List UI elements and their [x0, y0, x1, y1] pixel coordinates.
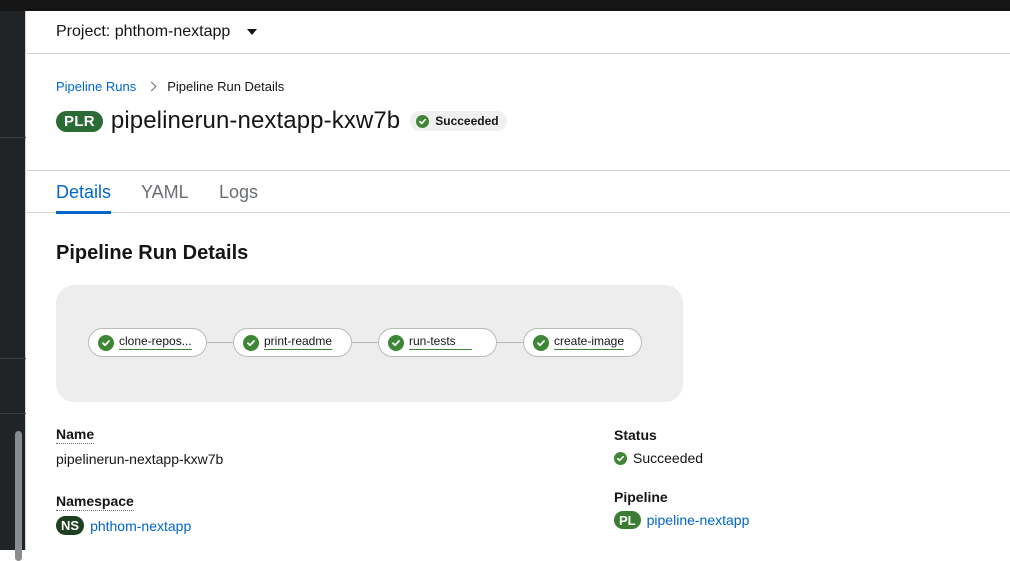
- resource-badge: PLR: [56, 110, 103, 132]
- task-node[interactable]: clone-repos...: [88, 328, 207, 357]
- breadcrumb: Pipeline Runs Pipeline Run Details: [56, 79, 284, 94]
- namespace-value: NS phthom-nextapp: [56, 516, 191, 535]
- pipeline-link[interactable]: pipeline-nextapp: [647, 512, 750, 528]
- task-node[interactable]: run-tests: [378, 328, 497, 357]
- sidebar-divider: [0, 413, 26, 414]
- pipeline-label: Pipeline: [614, 489, 668, 505]
- tab-details-label: Details: [56, 181, 112, 202]
- task-label: print-readme: [264, 335, 333, 350]
- status-label: Status: [614, 427, 657, 443]
- check-circle-icon: [614, 451, 627, 465]
- tab-yaml[interactable]: YAML: [141, 171, 189, 213]
- tab-details[interactable]: Details: [56, 171, 112, 214]
- task-connector: [351, 342, 381, 343]
- namespace-link[interactable]: phthom-nextapp: [90, 518, 191, 534]
- task-label: run-tests: [409, 335, 472, 350]
- check-circle-icon: [533, 334, 549, 351]
- page-title: pipelinerun-nextapp-kxw7b: [110, 107, 401, 134]
- caret-down-icon: [247, 29, 258, 35]
- check-circle-icon: [98, 334, 114, 351]
- sidebar-divider: [0, 358, 26, 359]
- task-label: clone-repos...: [119, 335, 192, 350]
- task-connector: [206, 342, 236, 343]
- main-content: Project: phthom-nextapp Pipeline Runs Pi…: [27, 11, 1010, 550]
- tab-bar: Details YAML Logs: [27, 171, 1010, 214]
- tab-yaml-label: YAML: [141, 181, 189, 202]
- pipeline-badge: PL: [614, 511, 641, 529]
- sidebar-rail: [0, 11, 26, 561]
- tab-logs[interactable]: Logs: [219, 171, 258, 213]
- project-selector[interactable]: Project: phthom-nextapp: [56, 23, 258, 41]
- status-badge: Succeeded: [410, 111, 507, 131]
- status-badge-label: Succeeded: [435, 114, 499, 128]
- tab-logs-label: Logs: [219, 181, 259, 202]
- task-node[interactable]: print-readme: [233, 328, 352, 357]
- sidebar-divider: [0, 137, 26, 138]
- section-title: Pipeline Run Details: [56, 242, 249, 264]
- check-circle-icon: [388, 334, 404, 351]
- namespace-label: Namespace: [56, 493, 134, 511]
- check-circle-icon: [243, 334, 259, 351]
- status-value: Succeeded: [614, 450, 703, 466]
- name-value: pipelinerun-nextapp-kxw7b: [56, 451, 224, 467]
- namespace-badge: NS: [56, 516, 85, 535]
- name-label: Name: [56, 426, 95, 444]
- check-circle-icon: [416, 114, 430, 128]
- status-value-text: Succeeded: [633, 450, 704, 466]
- sidebar-scrollbar[interactable]: [15, 431, 22, 561]
- pipeline-value: PL pipeline-nextapp: [614, 511, 749, 529]
- page-header: PLR pipelinerun-nextapp-kxw7b Succeeded: [56, 107, 507, 135]
- pipeline-topology: clone-repos... print-readme run-tests cr…: [56, 285, 683, 402]
- chevron-right-icon: [146, 81, 157, 91]
- task-label: create-image: [554, 335, 625, 350]
- task-node[interactable]: create-image: [523, 328, 642, 357]
- task-connector: [496, 342, 526, 343]
- breadcrumb-current: Pipeline Run Details: [167, 79, 285, 94]
- breadcrumb-pipeline-runs-link[interactable]: Pipeline Runs: [56, 79, 136, 94]
- project-selector-label: Project: phthom-nextapp: [56, 23, 231, 40]
- masthead: [0, 0, 1010, 11]
- project-bar: Project: phthom-nextapp: [27, 11, 1010, 54]
